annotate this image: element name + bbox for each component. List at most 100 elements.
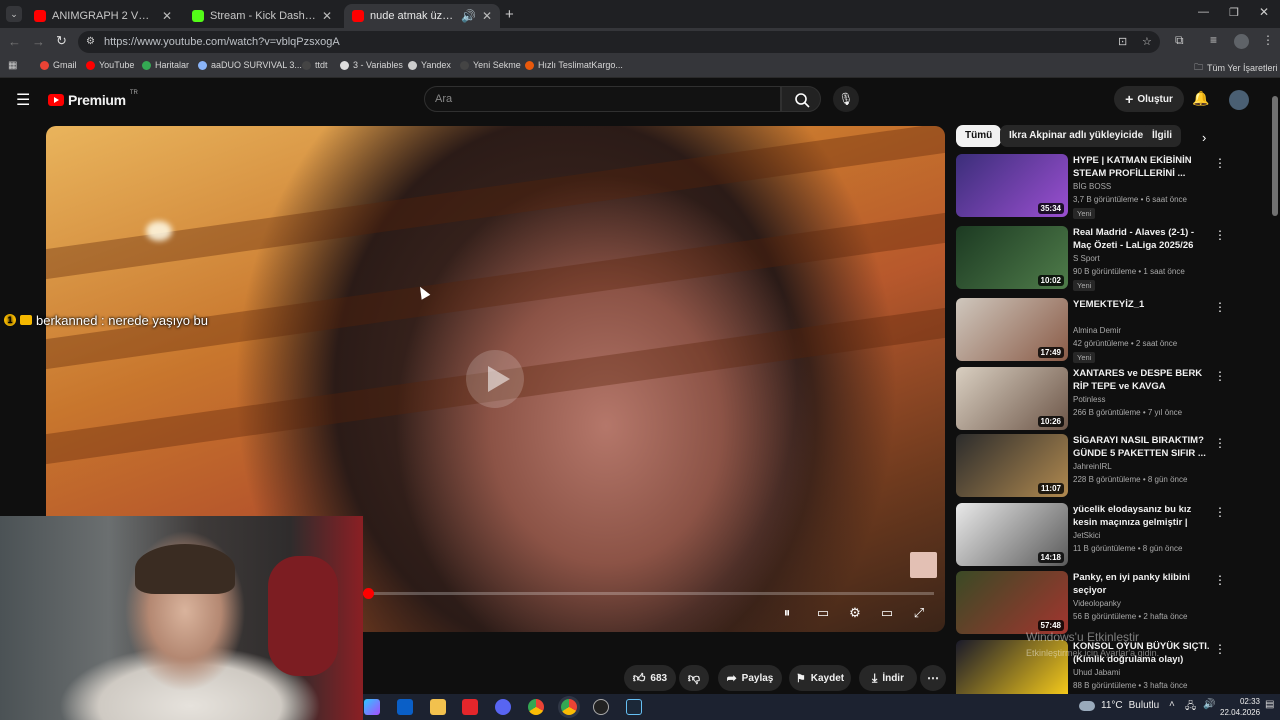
bookmark-new-tab[interactable]: Yeni Sekme: [460, 60, 521, 70]
discord-icon[interactable]: [495, 699, 511, 715]
tab-close-icon[interactable]: ✕: [162, 9, 172, 23]
apps-grid-icon[interactable]: ▦: [8, 60, 17, 71]
more-vertical-icon[interactable]: ⋮: [1214, 505, 1226, 519]
account-avatar[interactable]: [1229, 90, 1249, 110]
obs-icon[interactable]: [593, 699, 609, 715]
subtitles-icon[interactable]: ▭: [813, 604, 833, 622]
more-vertical-icon[interactable]: ⋮: [1214, 300, 1226, 314]
video-title[interactable]: HYPE | KATMAN EKİBİNİN STEAM PROFİLLERİN…: [1073, 154, 1210, 180]
recommendation-item[interactable]: 10:02 Real Madrid - Alaves (2-1) - Maç Öz…: [956, 226, 1226, 291]
recommendation-item[interactable]: 14:18 yücelik elodaysanız bu kız kesin ma…: [956, 503, 1226, 567]
notifications-bell-icon[interactable]: 🔔: [1192, 90, 1209, 107]
restore-button[interactable]: ❐: [1229, 6, 1239, 19]
recommendation-item[interactable]: 11:07 SİGARAYI NASIL BIRAKTIM? GÜNDE 5 PA…: [956, 434, 1226, 498]
channel-name[interactable]: JetSkici: [1073, 531, 1101, 540]
channel-name[interactable]: S Sport: [1073, 254, 1100, 263]
chrome-icon[interactable]: [528, 699, 544, 715]
video-thumbnail[interactable]: 14:18: [956, 503, 1068, 566]
extensions-icon[interactable]: ⧉: [1175, 33, 1184, 48]
volume-icon[interactable]: 🔊: [1203, 699, 1215, 710]
video-thumbnail[interactable]: 11:07: [956, 434, 1068, 497]
more-vertical-icon[interactable]: ⋮: [1214, 156, 1226, 170]
page-scrollbar[interactable]: [1272, 92, 1278, 692]
voice-search-button[interactable]: 🎙: [833, 86, 859, 112]
bookmark-ttdt[interactable]: ttdt: [302, 60, 328, 70]
chips-next-icon[interactable]: ›: [1202, 130, 1206, 145]
browser-menu-icon[interactable]: ⋮: [1262, 33, 1274, 47]
channel-name[interactable]: Videolopanky: [1073, 599, 1121, 608]
video-title[interactable]: YEMEKTEYİZ_1: [1073, 298, 1210, 311]
bookmark-yandex[interactable]: Yandex: [408, 60, 451, 70]
browser-tab-2[interactable]: Stream - Kick Dashboard ✕: [184, 4, 340, 28]
weather-widget[interactable]: 11°C Bulutlu: [1079, 700, 1159, 711]
video-title[interactable]: XANTARES ve DESPE BERK RİP TEPE ve KAVGA…: [1073, 367, 1210, 393]
recommendation-item[interactable]: 35:34 HYPE | KATMAN EKİBİNİN STEAM PROFİL…: [956, 154, 1226, 219]
search-button[interactable]: [781, 86, 821, 112]
bookmark-maps[interactable]: Haritalar: [142, 60, 189, 70]
site-info-icon[interactable]: ⚙: [86, 31, 95, 53]
video-thumbnail[interactable]: 57:48: [956, 571, 1068, 634]
copilot-icon[interactable]: [364, 699, 380, 715]
channel-name[interactable]: Potinless: [1073, 395, 1105, 404]
outlook-icon[interactable]: [397, 699, 413, 715]
video-title[interactable]: SİGARAYI NASIL BIRAKTIM? GÜNDE 5 PAKETTE…: [1073, 434, 1210, 460]
channel-name[interactable]: BİG BOSS: [1073, 182, 1111, 191]
share-button[interactable]: ➦ Paylaş: [718, 665, 782, 691]
scrollbar-thumb[interactable]: [1272, 96, 1278, 216]
chip-uploader[interactable]: Ikra Akpinar adlı yükleyiciden: [1000, 125, 1159, 147]
more-vertical-icon[interactable]: ⋮: [1214, 228, 1226, 242]
video-thumbnail[interactable]: 17:49: [956, 298, 1068, 361]
create-button[interactable]: + Oluştur: [1114, 86, 1184, 112]
wps-office-icon[interactable]: [462, 699, 478, 715]
fullscreen-icon[interactable]: ⤢: [909, 604, 929, 622]
steam-icon[interactable]: [626, 699, 642, 715]
more-vertical-icon[interactable]: ⋮: [1214, 369, 1226, 383]
close-window-button[interactable]: ✕: [1259, 5, 1269, 19]
theater-mode-icon[interactable]: ▭: [877, 604, 897, 622]
recommendation-item[interactable]: 10:26 XANTARES ve DESPE BERK RİP TEPE ve …: [956, 367, 1226, 431]
pause-icon[interactable]: ⏸: [777, 604, 797, 622]
video-thumbnail[interactable]: 35:34: [956, 154, 1068, 217]
tab-close-icon[interactable]: ✕: [322, 9, 332, 23]
new-tab-button[interactable]: +: [505, 6, 514, 23]
bookmark-youtube[interactable]: YouTube: [86, 60, 134, 70]
recommendation-item[interactable]: 57:48 Panky, en iyi panky klibini seçiyor…: [956, 571, 1226, 635]
channel-name[interactable]: Almina Demir: [1073, 326, 1121, 335]
youtube-logo[interactable]: Premium TR: [48, 90, 138, 108]
profile-avatar[interactable]: [1234, 34, 1249, 49]
notification-center-icon[interactable]: ▤: [1265, 699, 1274, 710]
channel-name[interactable]: Uhud Jabami: [1073, 668, 1120, 677]
reading-list-icon[interactable]: ≡: [1210, 33, 1217, 47]
more-vertical-icon[interactable]: ⋮: [1214, 573, 1226, 587]
tab-close-icon[interactable]: ✕: [482, 9, 492, 23]
forward-icon[interactable]: →: [32, 34, 45, 49]
back-icon[interactable]: ←: [8, 34, 21, 49]
search-input[interactable]: Ara: [424, 86, 781, 112]
browser-tab-1[interactable]: ANIMGRAPH 2 VE DAHA FAZLASI ✕: [26, 4, 180, 28]
file-explorer-icon[interactable]: [430, 699, 446, 715]
dislike-button[interactable]: 👎︎: [679, 665, 709, 691]
video-title[interactable]: yücelik elodaysanız bu kız kesin maçınız…: [1073, 503, 1210, 529]
more-vertical-icon[interactable]: ⋮: [1214, 436, 1226, 450]
browser-tab-3[interactable]: nude atmak üzerine / ep1 🔊 ✕: [344, 4, 500, 28]
save-button[interactable]: ⚑ Kaydet: [789, 665, 851, 691]
video-thumbnail[interactable]: 10:26: [956, 367, 1068, 430]
install-icon[interactable]: ⊡: [1118, 31, 1127, 53]
play-overlay-icon[interactable]: [466, 350, 524, 408]
hamburger-menu-icon[interactable]: ☰: [16, 90, 30, 110]
tab-search-button[interactable]: ⌄: [6, 6, 22, 22]
chrome-active-icon[interactable]: [561, 699, 577, 715]
bookmark-star-icon[interactable]: ☆: [1142, 31, 1152, 53]
chip-related[interactable]: İlgili: [1143, 125, 1181, 147]
recommendation-item[interactable]: 17:49 YEMEKTEYİZ_1 Almina Demir 42 görüntül…: [956, 298, 1226, 363]
video-thumbnail[interactable]: 10:02: [956, 226, 1068, 289]
more-actions-button[interactable]: ⋯: [920, 665, 946, 691]
address-bar[interactable]: ⚙ https://www.youtube.com/watch?v=vblqPz…: [78, 31, 1160, 53]
download-button[interactable]: ⤓ İndir: [859, 665, 917, 691]
network-icon[interactable]: 🖧: [1185, 699, 1196, 716]
tray-chevron-icon[interactable]: ˄: [1169, 699, 1175, 710]
minimize-button[interactable]: —: [1198, 6, 1209, 18]
video-title[interactable]: Panky, en iyi panky klibini seçiyor: [1073, 571, 1210, 597]
video-title[interactable]: Real Madrid - Alaves (2-1) - Maç Özeti -…: [1073, 226, 1210, 252]
like-button[interactable]: 👍︎ 683: [624, 665, 676, 691]
